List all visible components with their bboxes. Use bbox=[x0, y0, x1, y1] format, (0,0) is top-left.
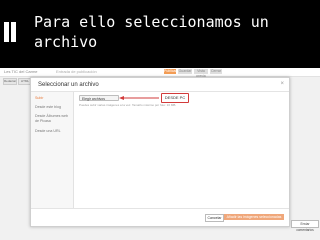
slide-title: Para ello seleccionamos un archivo bbox=[34, 12, 314, 52]
arrow-icon bbox=[119, 96, 159, 100]
header-accent-bar bbox=[4, 22, 9, 42]
close-icon[interactable]: × bbox=[280, 81, 284, 87]
preview-button[interactable]: Vista previa bbox=[194, 69, 208, 78]
compose-mode-button[interactable]: Redactar bbox=[3, 78, 17, 85]
divider bbox=[31, 208, 289, 209]
sidebar-item-from-blog[interactable]: Desde este blog bbox=[35, 105, 71, 110]
publish-button[interactable]: Publicar bbox=[164, 69, 177, 74]
blog-brand: Les TIC del Carme bbox=[4, 69, 38, 74]
slide-header: Para ello seleccionamos un archivo bbox=[0, 0, 320, 68]
save-button[interactable]: Guardar bbox=[178, 69, 192, 74]
sidebar-item-picasa[interactable]: Desde Álbumes web de Picasa bbox=[35, 114, 71, 123]
sidebar-item-url[interactable]: Desde una URL bbox=[35, 129, 71, 134]
post-title-field[interactable]: Entrada de publicación bbox=[56, 69, 97, 74]
slide-title-line: Para ello seleccionamos un bbox=[34, 13, 269, 31]
upload-hint: Puedes subir varias imágenes a la vez. T… bbox=[79, 103, 177, 107]
dialog-sidebar: Subir Desde este blog Desde Álbumes web … bbox=[31, 92, 74, 208]
sidebar-item-upload[interactable]: Subir bbox=[35, 96, 71, 101]
add-images-button[interactable]: Añadir las imágenes seleccionadas bbox=[224, 214, 284, 220]
close-button[interactable]: Cerrar bbox=[210, 69, 222, 74]
feedback-button[interactable]: Enviar comentarios bbox=[291, 220, 319, 232]
editor-topbar: Les TIC del Carme Entrada de publicación… bbox=[0, 68, 320, 78]
header-accent-bar bbox=[11, 22, 16, 42]
dialog-title: Seleccionar un archivo bbox=[38, 82, 99, 88]
file-select-dialog: Seleccionar un archivo × Subir Desde est… bbox=[30, 77, 290, 227]
embedded-screenshot: Les TIC del Carme Entrada de publicación… bbox=[0, 68, 320, 240]
slide-title-line: archivo bbox=[34, 33, 98, 51]
callout-label: DESDE PC bbox=[161, 93, 189, 103]
cancel-button[interactable]: Cancelar bbox=[205, 214, 224, 222]
choose-files-button[interactable]: Elegir archivos bbox=[79, 95, 119, 101]
